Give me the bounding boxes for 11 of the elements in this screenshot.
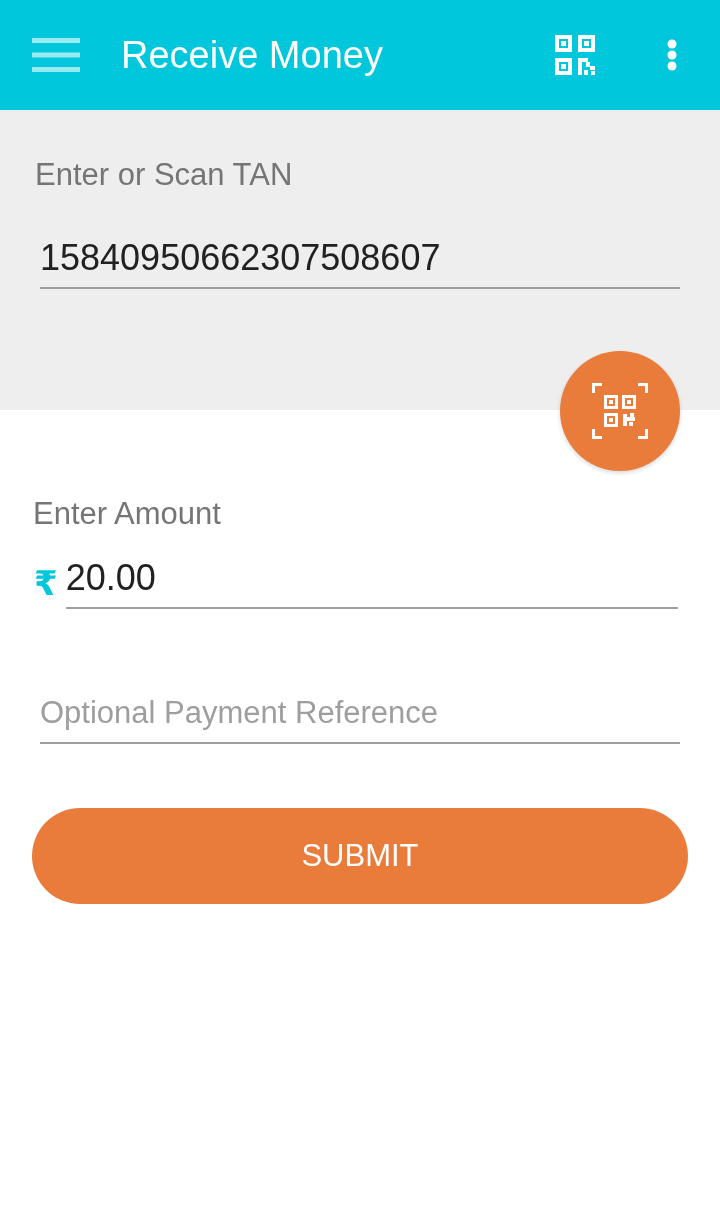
currency-symbol: ₹	[34, 563, 58, 603]
payment-reference-field[interactable]: Optional Payment Reference	[40, 688, 680, 744]
screen-title: Receive Money	[121, 33, 383, 78]
qr-code-icon[interactable]	[555, 35, 595, 75]
menu-icon[interactable]	[32, 38, 80, 72]
amount-input-field[interactable]: 20.00	[65, 553, 678, 609]
qr-scan-icon	[592, 383, 648, 439]
amount-label: Enter Amount	[33, 496, 221, 532]
more-options-icon[interactable]	[667, 39, 677, 71]
tan-input-field[interactable]: 15840950662307508607	[40, 233, 680, 289]
tan-label: Enter or Scan TAN	[35, 157, 293, 193]
